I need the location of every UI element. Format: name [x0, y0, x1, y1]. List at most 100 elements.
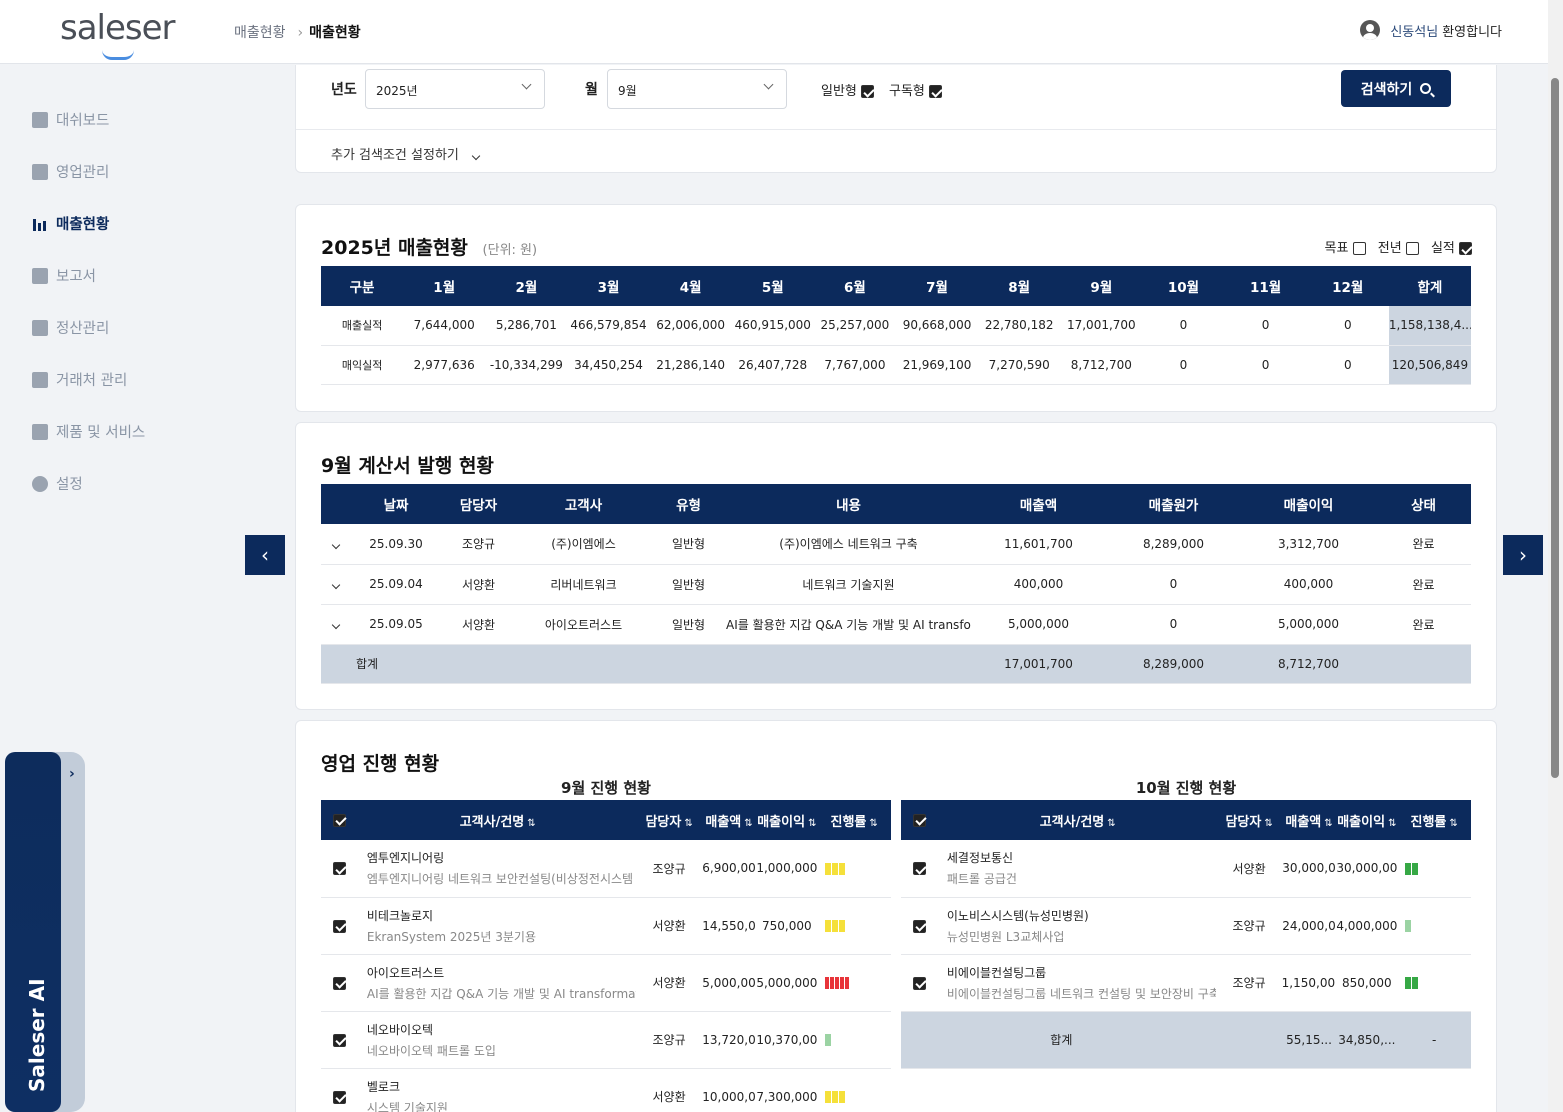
deal-checkbox-cell: [321, 840, 359, 898]
sortable-header[interactable]: 고객사/건명 ⇅: [358, 800, 637, 840]
invoice-row[interactable]: 25.09.30 조양규 (주)이엠에스 일반형 (주)이엠에스 네트워크 구축 11,6…: [321, 524, 1471, 565]
wallet-icon: [32, 319, 48, 336]
header-label: 고객사/건명: [459, 814, 525, 830]
deal-sales: 5,000,00: [701, 954, 757, 1012]
expand-row-toggle[interactable]: [321, 604, 351, 645]
deal-owner: 서양환: [636, 954, 702, 1012]
summary-header-cell: 5월: [731, 266, 814, 306]
select-all-checkbox[interactable]: [913, 813, 927, 827]
summary-cell: 7,644,000: [403, 306, 486, 346]
saleser-logo[interactable]: saleser: [60, 8, 176, 60]
deal-checkbox-cell: [901, 954, 939, 1012]
sidebar-item-accounts[interactable]: 거래처 관리: [32, 369, 127, 390]
scrollbar-thumb[interactable]: [1551, 78, 1559, 778]
deal-row[interactable]: 비에이블컨설팅그룹 비에이블컨설팅그룹 네트워크 컨설팅 및 보안장비 구축 조양규…: [901, 954, 1471, 1012]
sortable-header[interactable]: 매출액 ⇅: [701, 800, 757, 840]
prev-arrow-button[interactable]: ‹: [245, 535, 285, 575]
invoice-header-cell: 유형: [651, 484, 726, 524]
summary-header-cell: 11월: [1224, 266, 1307, 306]
invoice-cell: 일반형: [651, 564, 726, 605]
deal-checkbox[interactable]: [333, 1090, 347, 1104]
deal-checkbox[interactable]: [333, 919, 347, 933]
sortable-header[interactable]: 고객사/건명 ⇅: [938, 800, 1217, 840]
deal-customer-cell: 엠투엔지니어링 엠투엔지니어링 네트워크 보안컨설팅(비상정전시스템 L2스: [358, 840, 637, 898]
sortable-header[interactable]: 매출액 ⇅: [1281, 800, 1337, 840]
deal-sales: 24,000,0: [1281, 897, 1337, 955]
invoice-total-sales: 17,001,700: [971, 644, 1106, 684]
actual-toggle-label: 실적: [1430, 241, 1455, 256]
deal-checkbox[interactable]: [333, 862, 347, 876]
select-all-checkbox[interactable]: [333, 813, 347, 827]
invoice-row[interactable]: 25.09.05 서양환 아이오트러스트 일반형 AI를 활용한 지갑 Q&A 기능 개…: [321, 604, 1471, 645]
customer-name: 비에이블컨설팅그룹: [946, 965, 1047, 980]
type-subscription-checkbox[interactable]: [929, 85, 943, 98]
sidebar-item-settings[interactable]: 설정: [32, 473, 83, 494]
unit-label: (단위: 원): [482, 243, 538, 258]
deal-checkbox[interactable]: [333, 976, 347, 990]
sortable-header[interactable]: 진행률 ⇅: [1397, 800, 1471, 840]
sortable-header[interactable]: 진행률 ⇅: [817, 800, 891, 840]
invoice-row[interactable]: 25.09.04 서양환 리버네트워크 일반형 네트워크 기술지원 400,000 0 400…: [321, 564, 1471, 605]
deal-checkbox[interactable]: [333, 1033, 347, 1047]
scrollbar[interactable]: [1548, 0, 1563, 1112]
edit-document-icon: [32, 371, 48, 388]
deal-row[interactable]: 이노비스시스템(뉴성민병원) 뉴성민병원 L3교체사업 조양규 24,000,0 4,0…: [901, 897, 1471, 955]
sortable-header[interactable]: 매출이익 ⇅: [756, 800, 818, 840]
deal-checkbox[interactable]: [913, 862, 927, 876]
sidebar-item-settlement[interactable]: 정산관리: [32, 317, 109, 338]
prev-year-checkbox[interactable]: [1405, 242, 1419, 255]
search-button[interactable]: 검색하기: [1341, 70, 1451, 107]
customer-name: 아이오트러스트: [366, 965, 445, 980]
deal-sales: 14,550,0: [701, 897, 757, 955]
next-arrow-button[interactable]: ›: [1503, 535, 1543, 575]
deal-checkbox[interactable]: [913, 976, 927, 990]
actual-checkbox[interactable]: [1459, 242, 1472, 255]
invoice-table: 날짜 담당자 고객사 유형 내용 매출액 매출원가 매출이익 상태 25.09.30 조양규 (주)이…: [321, 484, 1471, 684]
deal-row[interactable]: 벨로크 시스템 기술지원 서양환 10,000,0 7,300,000: [321, 1068, 891, 1112]
deal-sales: 6,900,00: [701, 840, 757, 898]
progress-bar-segment: [1405, 920, 1412, 932]
deal-profit: 750,000: [756, 897, 818, 955]
more-conditions-toggle[interactable]: 추가 검색조건 설정하기: [331, 144, 481, 163]
deal-row[interactable]: 세결정보통신패트롤 공급건서양환30,000,030,000,000: [901, 840, 1471, 898]
type-general-checkbox[interactable]: [861, 85, 875, 98]
deal-row[interactable]: 엠투엔지니어링 엠투엔지니어링 네트워크 보안컨설팅(비상정전시스템 L2스 조양규…: [321, 840, 891, 898]
sort-icon: ⇅: [869, 817, 878, 829]
deal-row[interactable]: 네오바이오텍네오바이오텍 패트롤 도입조양규13,720,010,370,000: [321, 1011, 891, 1069]
sidebar-item-sales-management[interactable]: 영업관리: [32, 161, 109, 182]
chevron-down-icon: [331, 540, 341, 549]
header-label: 담당자: [645, 814, 682, 830]
target-checkbox[interactable]: [1352, 242, 1366, 255]
progress-bar-segment: [1405, 862, 1412, 875]
month-select[interactable]: 9월: [607, 69, 787, 109]
deal-row[interactable]: 아이오트러스트 AI를 활용한 지갑 Q&A 기능 개발 및 AI transfo…: [321, 954, 891, 1012]
box-icon: [32, 423, 48, 440]
sidebar-item-products[interactable]: 제품 및 서비스: [32, 421, 145, 442]
more-conditions-label: 추가 검색조건 설정하기: [331, 148, 459, 163]
invoice-cell: 3,312,700: [1241, 524, 1376, 565]
sidebar-item-report[interactable]: 보고서: [32, 265, 96, 286]
expand-row-toggle[interactable]: [321, 524, 351, 565]
deal-checkbox-cell: [321, 897, 359, 955]
sidebar-item-revenue[interactable]: 매출현황: [32, 213, 109, 234]
sortable-header[interactable]: 담당자 ⇅: [636, 800, 702, 840]
sep-header-row: 고객사/건명 ⇅ 담당자 ⇅ 매출액 ⇅ 매출이익 ⇅ 진행률 ⇅: [321, 800, 891, 840]
progress-bar-segment: [839, 1091, 846, 1103]
deal-checkbox[interactable]: [913, 919, 927, 933]
year-select[interactable]: 2025년: [365, 69, 545, 109]
invoice-cell: 8,289,000: [1106, 524, 1241, 565]
summary-toggles: 목표 전년 실적: [1325, 237, 1472, 256]
summary-cell: 1,158,138,4...: [1388, 306, 1471, 346]
sidebar-item-dashboard[interactable]: 대쉬보드: [32, 109, 109, 130]
sortable-header[interactable]: 담당자 ⇅: [1216, 800, 1282, 840]
sortable-header[interactable]: 매출이익 ⇅: [1336, 800, 1398, 840]
breadcrumb-parent[interactable]: 매출현황: [234, 25, 286, 41]
saleser-ai-panel[interactable]: Saleser AI ›: [5, 752, 85, 1112]
user-greeting[interactable]: 신동석님 환영합니다: [1360, 20, 1502, 40]
deal-row[interactable]: 비테크놀로지 EkranSystem 2025년 3분기용 서양환 14,550,0 7…: [321, 897, 891, 955]
sort-icon: ⇅: [1107, 817, 1116, 829]
expand-row-toggle[interactable]: [321, 564, 351, 605]
summary-header-cell: 4월: [649, 266, 732, 306]
deal-customer-cell: 세결정보통신 패트롤 공급건: [938, 840, 1217, 898]
chevron-right-icon[interactable]: ›: [69, 766, 75, 782]
